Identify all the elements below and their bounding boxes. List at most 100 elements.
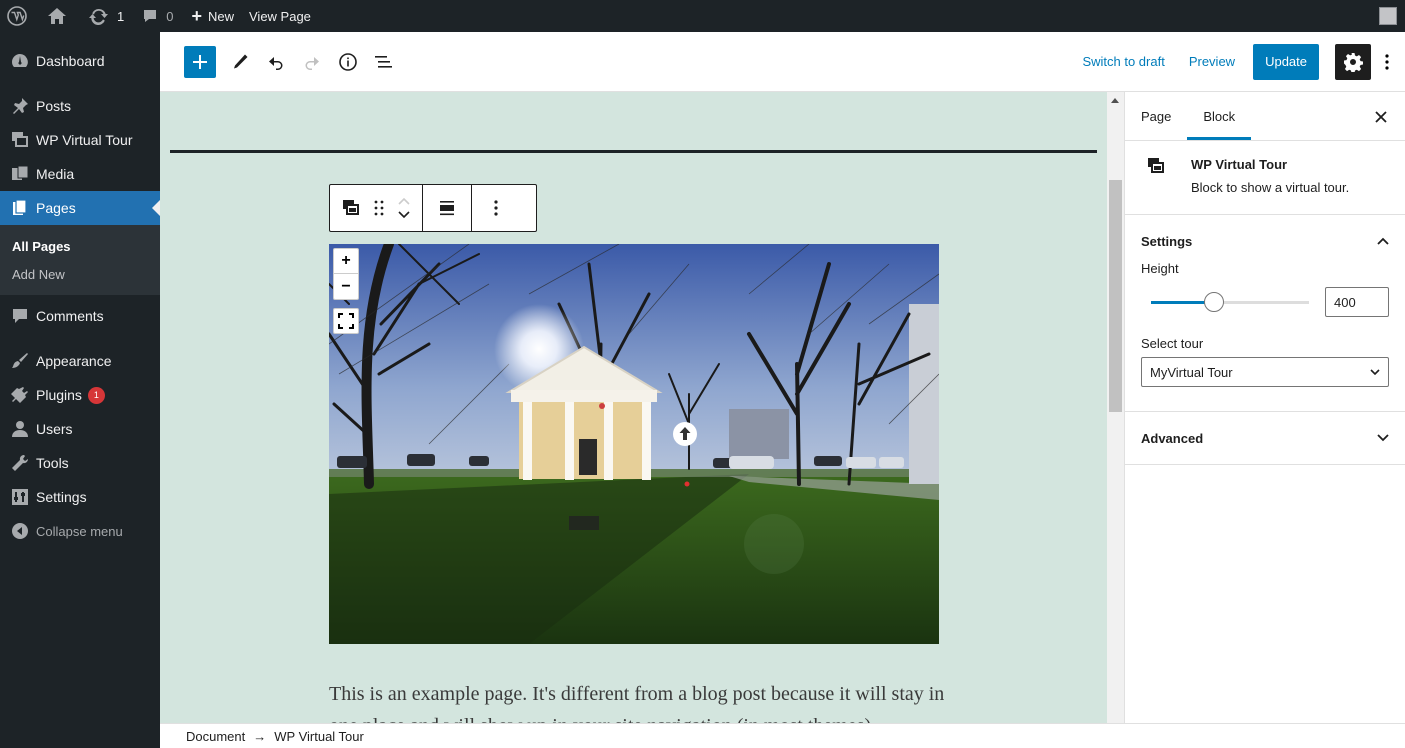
sidebar-item-dashboard[interactable]: Dashboard [0,44,160,78]
separator-block[interactable] [170,150,1097,153]
updates-link[interactable]: 1 [75,0,132,32]
fullscreen-button[interactable] [333,308,359,334]
height-slider[interactable] [1151,291,1309,312]
sidebar-item-media[interactable]: Media [0,157,160,191]
sidebar-item-comments[interactable]: Comments [0,299,160,333]
canvas-scrollbar[interactable] [1107,92,1124,723]
zoom-out-button[interactable]: − [334,274,358,299]
sidebar-item-label: Settings [36,489,87,505]
breadcrumb-separator: → [253,728,267,744]
details-button[interactable] [330,44,366,80]
select-tour-label: Select tour [1141,336,1204,351]
chevron-down-icon [1377,434,1389,442]
block-options-button[interactable] [478,185,514,231]
plus-icon: + [191,5,202,26]
new-content-link[interactable]: + New [181,0,242,32]
settings-sidebar: Page Block WP Virtual Tour Block to show… [1124,92,1405,723]
select-tour-dropdown[interactable]: MyVirtual Tour [1141,357,1389,387]
sidebar-item-wp-virtual-tour[interactable]: WP Virtual Tour [0,123,160,157]
height-slider-thumb[interactable] [1204,291,1225,312]
submenu-add-new[interactable]: Add New [0,260,160,288]
advanced-panel: Advanced [1125,412,1405,465]
breadcrumb-block[interactable]: WP Virtual Tour [274,729,364,744]
sidebar-item-tools[interactable]: Tools [0,446,160,480]
block-mover [392,185,416,231]
admin-bar: 1 0 + New View Page [0,0,1405,32]
block-toolbar-group-options [472,185,520,231]
wordpress-logo-icon[interactable] [0,0,35,32]
sidebar-item-label: Media [36,166,75,182]
submenu-all-pages[interactable]: All Pages [0,232,160,260]
sidebar-item-label: Dashboard [36,53,105,69]
media-icon [10,164,30,184]
vertical-ellipsis-icon [494,200,498,216]
sidebar-item-appearance[interactable]: Appearance [0,344,160,378]
dashboard-icon [10,51,30,71]
user-account[interactable] [1371,0,1405,32]
sidebar-item-pages[interactable]: Pages [0,191,160,225]
drag-handle[interactable] [366,185,392,231]
block-type-button[interactable] [336,185,366,231]
block-inserter-button[interactable] [184,45,216,78]
scroll-up-arrow-icon[interactable] [1111,98,1119,103]
update-button[interactable]: Update [1253,43,1319,80]
block-card: WP Virtual Tour Block to show a virtual … [1125,141,1405,215]
align-button[interactable] [429,185,465,231]
more-options-button[interactable] [1371,44,1403,80]
sidebar-item-label: Tools [36,455,69,471]
comments-link[interactable]: 0 [132,0,181,32]
redo-icon [305,56,319,70]
switch-to-draft-button[interactable]: Switch to draft [1070,54,1176,69]
zoom-in-button[interactable]: + [334,249,358,274]
preview-button[interactable]: Preview [1177,54,1247,69]
tab-block[interactable]: Block [1187,92,1251,140]
users-icon [10,419,30,439]
updates-icon [89,8,108,25]
sidebar-item-label: Comments [36,308,104,324]
block-toolbar-group-transform [330,185,423,231]
sidebar-item-settings[interactable]: Settings [0,480,160,514]
arrow-up-icon [676,425,694,443]
view-page-link[interactable]: View Page [242,0,319,32]
settings-toggle-button[interactable] [1335,43,1371,80]
editor-canvas[interactable]: + − This is an example page. It's differ… [160,92,1107,723]
navigation-hotspot[interactable] [673,422,697,446]
panorama-image[interactable] [329,244,939,644]
home-icon[interactable] [35,0,75,32]
virtual-tour-icon [10,130,30,150]
sidebar-item-posts[interactable]: Posts [0,89,160,123]
tools-edit-button[interactable] [222,44,258,80]
chevron-up-icon [1377,237,1389,245]
sidebar-item-plugins[interactable]: Plugins 1 [0,378,160,412]
close-icon [1375,111,1387,123]
redo-button[interactable] [294,44,330,80]
list-view-button[interactable] [366,44,402,80]
drag-handle-icon [374,200,384,216]
close-settings-button[interactable] [1369,105,1393,129]
sidebar-item-label: Users [36,421,73,437]
tools-icon [10,453,30,473]
collapse-menu-button[interactable]: Collapse menu [0,514,160,548]
paragraph-block[interactable]: This is an example page. It's different … [329,678,949,723]
gear-icon [1344,52,1363,72]
tab-page[interactable]: Page [1125,92,1187,140]
sidebar-item-users[interactable]: Users [0,412,160,446]
virtual-tour-viewer[interactable]: + − [329,244,939,644]
undo-icon [269,56,283,70]
appearance-icon [10,351,30,371]
settings-panel-toggle[interactable]: Settings [1125,215,1405,267]
breadcrumb-document[interactable]: Document [186,729,245,744]
chevron-up-icon[interactable] [397,196,411,206]
height-control: 400 [1125,282,1405,322]
chevron-down-icon[interactable] [397,210,411,220]
pages-submenu: All Pages Add New [0,225,160,295]
scrollbar-thumb[interactable] [1109,180,1122,412]
undo-button[interactable] [258,44,294,80]
sidebar-item-label: Plugins [36,387,82,403]
fullscreen-icon [338,313,354,329]
virtual-tour-icon [343,200,359,215]
sidebar-item-label: Appearance [36,353,112,369]
advanced-panel-toggle[interactable]: Advanced [1125,412,1405,464]
height-input[interactable]: 400 [1325,287,1389,317]
collapse-icon [10,521,30,541]
